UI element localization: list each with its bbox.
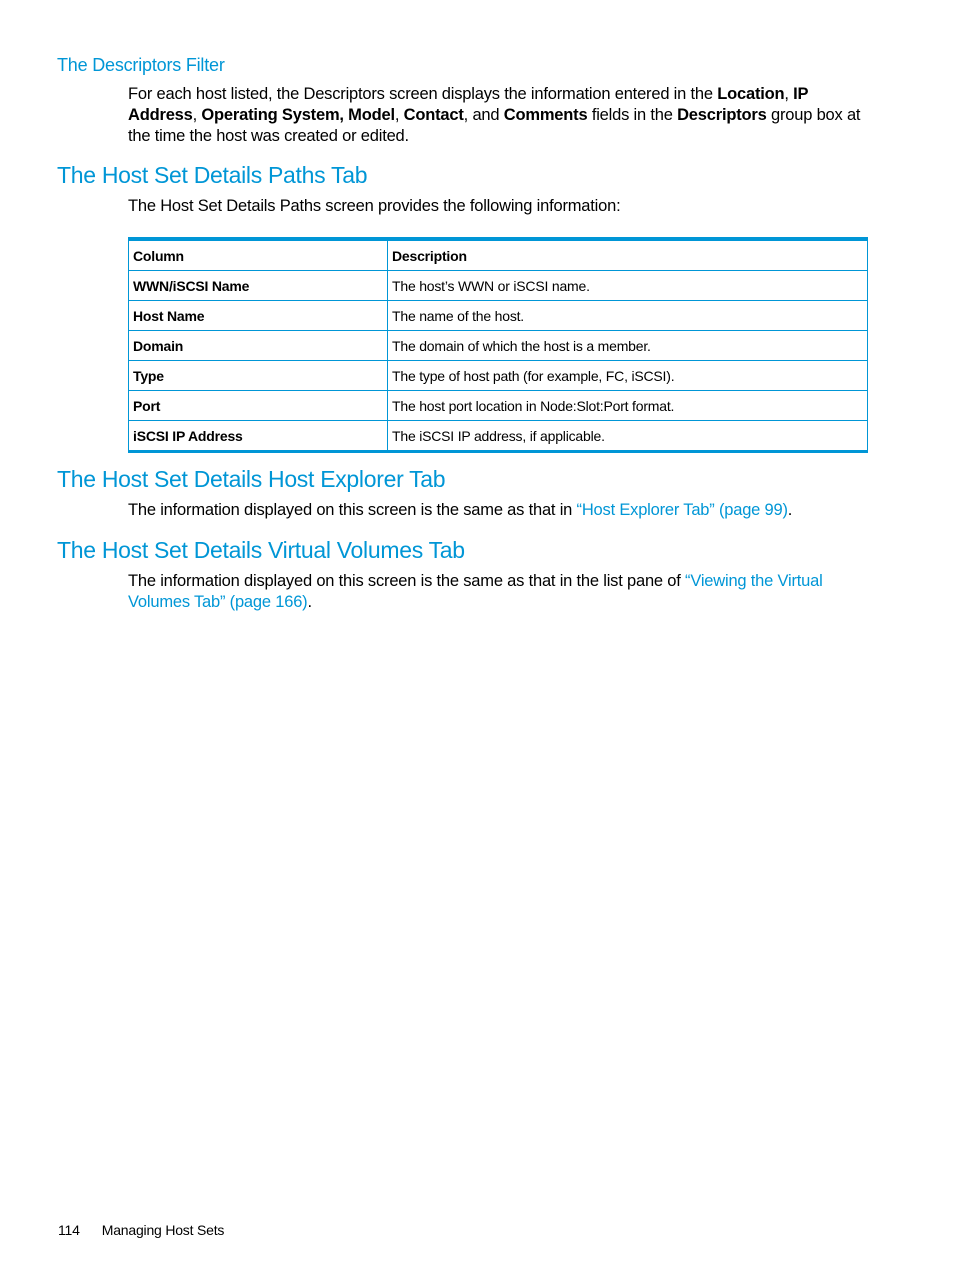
text: The information displayed on this screen… — [128, 572, 686, 590]
table-cell-column: Domain — [128, 330, 388, 361]
section-heading-paths-tab: The Host Set Details Paths Tab — [57, 162, 368, 188]
table-cell-description: The domain of which the host is a member… — [387, 330, 868, 361]
table-row: Domain The domain of which the host is a… — [128, 330, 868, 361]
text: , — [784, 85, 794, 103]
virtual-volumes-paragraph: The information displayed on this screen… — [128, 571, 870, 613]
text: , and — [463, 106, 504, 124]
page-footer: 114 Managing Host Sets — [58, 1222, 224, 1238]
host-explorer-paragraph: The information displayed on this screen… — [128, 500, 870, 521]
field-os-model: Operating System, Model — [201, 106, 395, 124]
field-comments: Comments — [503, 106, 588, 124]
field-location: Location — [717, 85, 785, 103]
paths-columns-table: Column Description WWN/iSCSI Name The ho… — [128, 237, 868, 453]
descriptors-filter-paragraph: For each host listed, the Descriptors sc… — [128, 84, 870, 147]
table-cell-column: Port — [128, 390, 388, 421]
table-cell-description: The host’s WWN or iSCSI name. — [387, 270, 868, 301]
text: . — [307, 593, 312, 611]
text: The information displayed on this screen… — [128, 501, 577, 519]
chapter-title: Managing Host Sets — [101, 1222, 225, 1238]
group-box-descriptors: Descriptors — [677, 106, 767, 124]
host-explorer-tab-link[interactable]: “Host Explorer Tab” (page 99) — [577, 501, 788, 519]
table-cell-column: Host Name — [128, 300, 388, 331]
table-header-row: Column Description — [128, 238, 868, 271]
table-row: Port The host port location in Node:Slot… — [128, 390, 868, 421]
table-row: WWN/iSCSI Name The host’s WWN or iSCSI n… — [128, 270, 868, 301]
text: For each host listed, the Descriptors sc… — [128, 85, 718, 103]
table-cell-description: The type of host path (for example, FC, … — [387, 360, 868, 391]
section-heading-descriptors-filter: The Descriptors Filter — [57, 55, 225, 75]
field-contact: Contact — [403, 106, 464, 124]
table-row: Type The type of host path (for example,… — [128, 360, 868, 391]
table-header-description: Description — [387, 238, 868, 271]
section-heading-virtual-volumes-tab: The Host Set Details Virtual Volumes Tab — [57, 537, 465, 563]
text: . — [787, 501, 793, 519]
text: fields in the — [587, 106, 678, 124]
table-header-column: Column — [128, 238, 388, 271]
table-cell-column: iSCSI IP Address — [128, 420, 388, 452]
table-cell-column: Type — [128, 360, 388, 391]
table-cell-description: The iSCSI IP address, if applicable. — [387, 420, 868, 452]
table-row: Host Name The name of the host. — [128, 300, 868, 331]
text: , — [394, 106, 404, 124]
table-cell-column: WWN/iSCSI Name — [128, 270, 388, 301]
section-heading-host-explorer-tab: The Host Set Details Host Explorer Tab — [57, 466, 446, 492]
table-row: iSCSI IP Address The iSCSI IP address, i… — [128, 420, 868, 452]
page-number: 114 — [58, 1222, 80, 1238]
paths-tab-intro: The Host Set Details Paths screen provid… — [128, 197, 621, 215]
table-cell-description: The host port location in Node:Slot:Port… — [387, 390, 868, 421]
table-cell-description: The name of the host. — [387, 300, 868, 331]
